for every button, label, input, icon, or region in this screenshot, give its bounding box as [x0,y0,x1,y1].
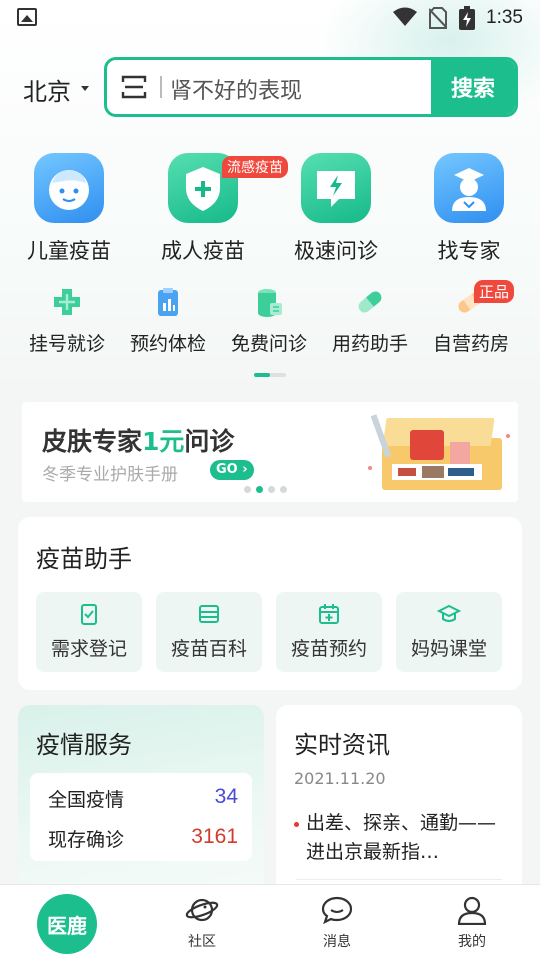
epidemic-service-card[interactable]: 疫情服务 全国疫情 34 现存确诊 3161 [18,705,264,895]
vaccine-item-appointment[interactable]: 疫苗预约 [276,592,382,672]
service-label: 用药助手 [331,333,408,355]
service-label: 挂号就诊 [28,333,105,355]
calendar-plus-icon [317,602,341,626]
genuine-tag: 正品 [474,280,515,303]
page-indicator [254,373,286,377]
service-label: 预约体检 [129,333,206,355]
user-icon [457,896,487,925]
service-label: 找专家 [437,239,501,263]
vaccine-item-mom-class[interactable]: 妈妈课堂 [396,592,502,672]
vaccine-item-label: 疫苗百科 [170,638,247,660]
vaccine-item-label: 妈妈课堂 [410,638,487,660]
epidemic-title: 疫情服务 [36,731,132,759]
flu-vaccine-tag: 流感疫苗 [222,156,288,178]
bottom-tab-bar: 医鹿 社区 消息 我的 [0,884,540,960]
epidemic-row-existing: 现存确诊 3161 [48,825,238,851]
epidemic-row-national: 全国疫情 34 [48,785,238,811]
service-find-expert[interactable]: 找专家 [414,153,524,265]
status-bar: 1:35 [0,0,540,36]
book-icon [197,602,221,626]
news-divider [296,879,502,880]
caret-down-icon[interactable] [81,86,89,91]
banner-title: 皮肤专家1元问诊 [42,427,235,456]
search-divider [160,76,162,98]
search-input[interactable]: 肾不好的表现 [170,73,302,105]
lightning-chat-icon [301,153,371,223]
scan-icon[interactable] [121,75,147,99]
service-checkup[interactable]: 预约体检 [118,285,218,356]
service-medication[interactable]: 用药助手 [320,285,420,356]
battery-charging-icon [459,6,475,30]
news-date: 2021.11.20 [294,769,386,788]
news-headline[interactable]: 出差、探亲、通勤——进出京最新指… [306,809,506,867]
service-free-consult[interactable]: 免费问诊 [219,285,319,356]
service-label: 自营药房 [432,333,509,355]
child-face-icon [34,153,104,223]
service-label: 成人疫苗 [161,239,245,263]
planet-icon [185,898,219,922]
clipboard-check-icon [77,602,101,626]
clipboard-chart-icon [151,285,185,319]
gift-box-illustration [368,414,510,490]
pill-icon [353,285,387,319]
vaccine-item-registration[interactable]: 需求登记 [36,592,142,672]
vaccine-item-label: 疫苗预约 [290,638,367,660]
tab-profile[interactable]: 我的 [432,895,512,951]
banner-go-button[interactable]: GO › [210,460,254,480]
tab-label: 我的 [458,934,486,950]
promo-banner[interactable]: 皮肤专家1元问诊 冬季专业护肤手册 GO › [22,402,518,502]
service-child-vaccine[interactable]: 儿童疫苗 [14,153,124,265]
vaccine-helper-card: 疫苗助手 需求登记 疫苗百科 疫苗预约 妈妈课堂 [18,517,522,690]
graduation-cap-icon [436,602,462,626]
banner-subtitle: 冬季专业护肤手册 [42,465,178,485]
news-title: 实时资讯 [294,731,390,759]
image-notification-icon [17,8,37,26]
existing-count: 3161 [191,825,238,848]
doctor-icon [434,153,504,223]
service-label: 极速问诊 [294,239,378,263]
wifi-icon [393,7,417,26]
banner-dots [244,486,287,493]
vaccine-helper-title: 疫苗助手 [36,545,132,573]
medical-cross-icon [50,285,84,319]
no-sim-icon [429,7,447,29]
service-label: 免费问诊 [230,333,307,355]
news-bullet [294,822,299,827]
vaccine-item-label: 需求登记 [50,638,127,660]
tab-label: 社区 [188,934,216,950]
national-count: 34 [214,785,238,808]
epidemic-stats: 全国疫情 34 现存确诊 3161 [30,773,252,861]
search-button[interactable]: 搜索 [431,60,515,114]
vaccine-item-encyclopedia[interactable]: 疫苗百科 [156,592,262,672]
tab-messages[interactable]: 消息 [297,895,377,951]
service-quick-consult[interactable]: 极速问诊 [281,153,391,265]
news-card[interactable]: 实时资讯 2021.11.20 出差、探亲、通勤——进出京最新指… [276,705,522,895]
search-bar[interactable]: 肾不好的表现 搜索 [104,57,518,117]
city-selector[interactable]: 北京 [23,72,71,107]
tab-label: 消息 [323,934,351,950]
home-tab[interactable]: 医鹿 [37,894,97,954]
service-registration[interactable]: 挂号就诊 [17,285,117,356]
status-time: 1:35 [486,7,523,28]
chat-bubble-icon [321,896,353,925]
service-label: 儿童疫苗 [27,239,111,263]
cylinder-icon [252,285,286,319]
tab-community[interactable]: 社区 [162,895,242,951]
